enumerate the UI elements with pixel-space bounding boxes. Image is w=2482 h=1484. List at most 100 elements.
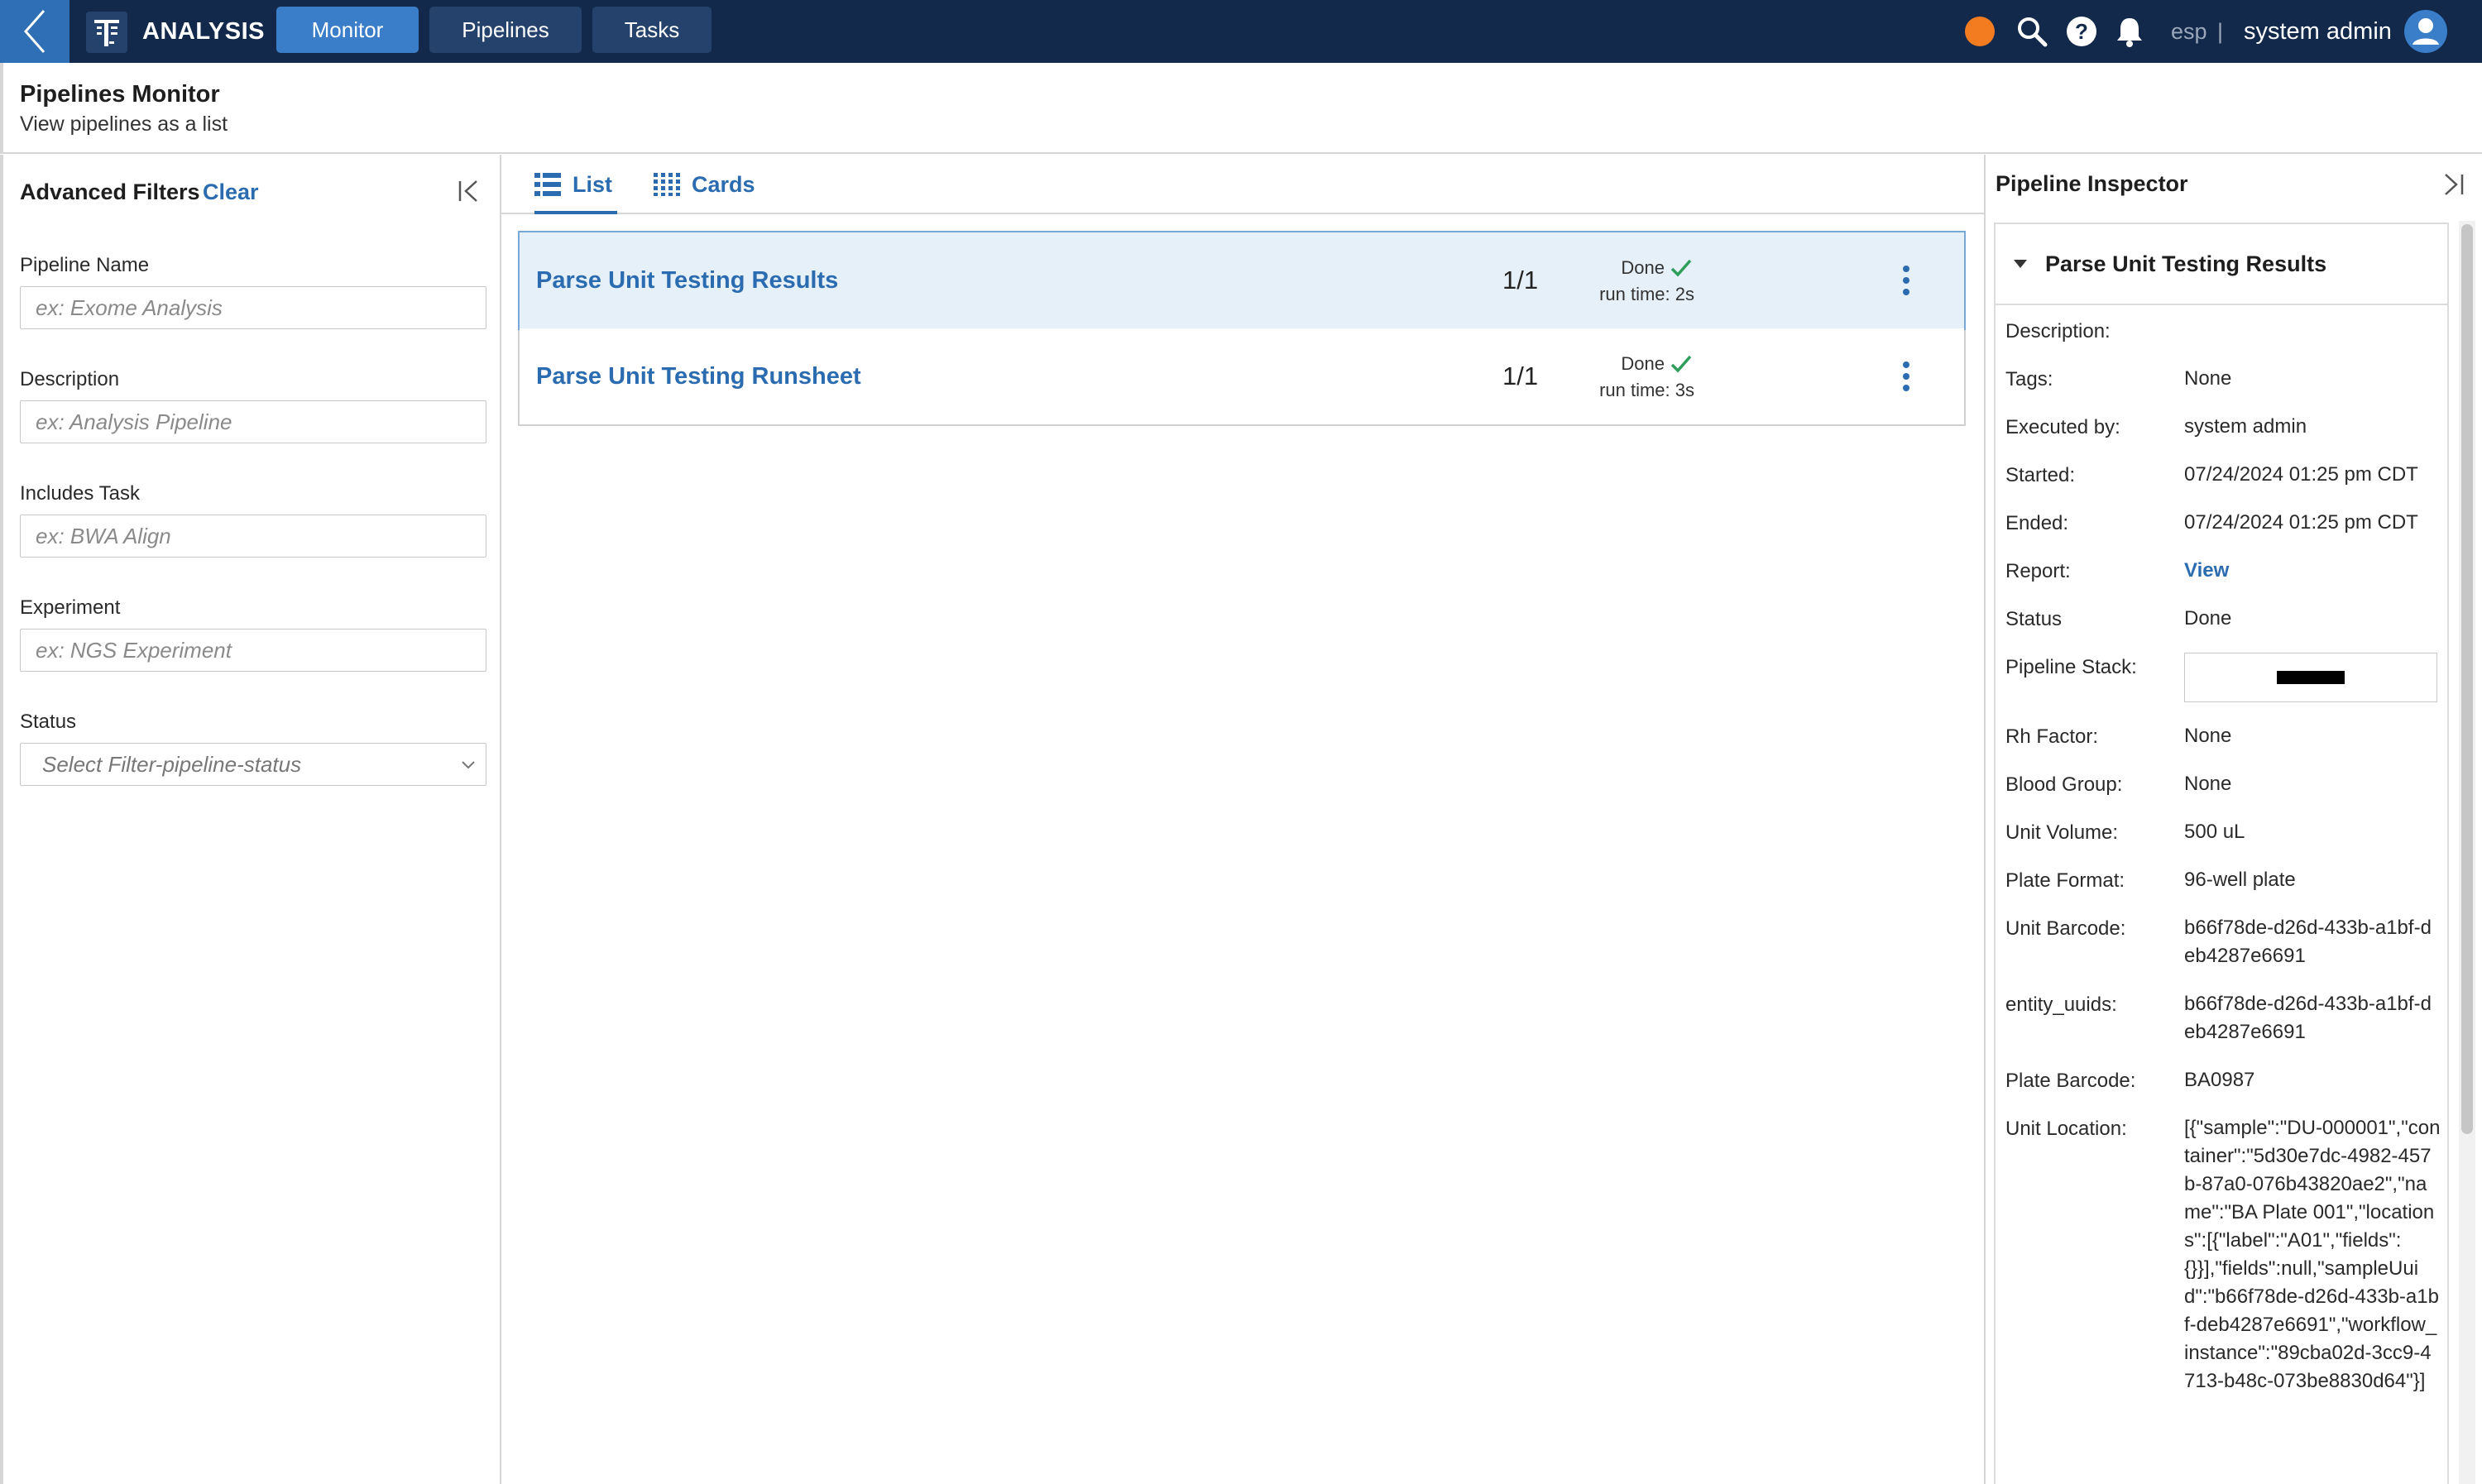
list-icon [534,173,561,196]
top-bar: ANALYSIS Monitor Pipelines Tasks ? esp |… [0,0,2482,63]
unit-location-key: Unit Location: [2005,1118,2127,1140]
experiment-label: Experiment [20,596,121,619]
pipeline-stack-key: Pipeline Stack: [2005,656,2137,678]
clear-filters-button[interactable]: Clear [203,180,259,205]
user-name[interactable]: system admin [2244,0,2392,63]
pipeline-stack-visual[interactable] [2184,653,2437,702]
plate-barcode-key: Plate Barcode: [2005,1070,2136,1092]
includes-task-label: Includes Task [20,482,140,505]
status-key: Status [2005,608,2063,630]
tab-pipelines[interactable]: Pipelines [429,7,582,53]
environment-separator: | [2217,19,2224,44]
pipeline-status: Done [1621,257,1693,279]
status-value: Done [2184,607,2232,630]
blood-group-key: Blood Group: [2005,773,2123,796]
status-indicator[interactable] [1965,17,1995,46]
tags-value: None [2184,367,2232,390]
chevron-left-icon [24,10,46,53]
inspector-panel-header[interactable]: Parse Unit Testing Results [1996,224,2447,305]
entity-uuids-key: entity_uuids: [2005,993,2117,1016]
collapse-left-icon[interactable] [455,176,485,206]
description-label: Description [20,368,120,390]
plate-format-value: 96-well plate [2184,869,2296,891]
grid-icon [654,173,680,196]
more-options-icon[interactable] [1896,262,1916,299]
tags-key: Tags: [2005,368,2053,390]
page-header: Pipelines Monitor View pipelines as a li… [0,63,2482,154]
pipeline-name-link[interactable]: Parse Unit Testing Runsheet [536,328,861,424]
pipeline-inspector-panel: Pipeline Inspector Parse Unit Testing Re… [1984,155,2482,1484]
search-icon[interactable] [2015,15,2048,48]
executed-by-key: Executed by: [2005,416,2120,438]
pipeline-runtime: run time: 3s [1599,380,1694,400]
started-value: 07/24/2024 01:25 pm CDT [2184,463,2418,486]
rh-factor-key: Rh Factor: [2005,725,2099,748]
description-key: Description: [2005,320,2111,342]
check-icon [1670,259,1692,277]
back-button[interactable] [0,0,69,63]
inspector-title: Pipeline Inspector [1996,171,2188,196]
description-input[interactable] [20,400,486,443]
tab-monitor[interactable]: Monitor [276,7,419,53]
started-key: Started: [2005,464,2076,486]
collapse-right-icon[interactable] [2437,170,2467,199]
ended-key: Ended: [2005,512,2069,534]
pipeline-task-count: 1/1 [1502,266,1539,294]
user-avatar[interactable] [2404,10,2447,53]
inspector-panel-title: Parse Unit Testing Results [2045,251,2327,276]
plate-barcode-value: BA0987 [2184,1069,2255,1091]
pipeline-row[interactable]: Parse Unit Testing Results Done run time… [518,231,1966,330]
includes-task-input[interactable] [20,515,486,558]
cards-view-label: Cards [692,171,755,197]
caret-down-icon [2014,260,2027,268]
report-view-link[interactable]: View [2184,557,2229,585]
unit-location-value: [{"sample":"DU-000001","container":"5d30… [2184,1117,2441,1392]
tab-cards-view[interactable]: Cards [654,155,755,214]
report-key: Report: [2005,560,2071,582]
inspector-details-panel: Parse Unit Testing Results Description: … [1994,223,2449,1484]
unit-barcode-key: Unit Barcode: [2005,917,2126,940]
pipeline-name-label: Pipeline Name [20,254,150,276]
status-select-placeholder: Select Filter-pipeline-status [42,752,302,777]
app-name: ANALYSIS [142,18,265,45]
pipeline-name-link[interactable]: Parse Unit Testing Results [536,232,838,328]
svg-text:?: ? [2075,19,2088,44]
list-view-label: List [573,171,613,197]
pipeline-status: Done [1621,353,1693,375]
executed-by-value: system admin [2184,415,2307,438]
status-select[interactable]: Select Filter-pipeline-status [20,743,486,786]
pipelines-list: Parse Unit Testing Results Done run time… [518,231,1966,426]
ended-value: 07/24/2024 01:25 pm CDT [2184,511,2418,534]
experiment-input[interactable] [20,629,486,672]
page-subtitle: View pipelines as a list [20,112,228,136]
pipeline-name-input[interactable] [20,286,486,329]
user-icon [2413,18,2439,45]
view-tabs: List Cards [501,155,1984,214]
unit-volume-value: 500 uL [2184,821,2245,843]
pipeline-task-count: 1/1 [1502,361,1539,390]
tab-tasks[interactable]: Tasks [592,7,712,53]
tab-list-view[interactable]: List [534,155,618,214]
pipeline-status-text: Done [1621,353,1665,374]
rh-factor-value: None [2184,725,2232,747]
pipelines-list-panel: List Cards Parse Unit Testing Results Do… [501,155,1984,1484]
help-icon[interactable]: ? [2065,15,2098,48]
check-icon [1670,355,1692,373]
app-logo-icon [86,12,127,53]
environment-label: esp [2171,19,2207,44]
more-options-icon[interactable] [1896,358,1916,395]
inspector-scrollbar-thumb[interactable] [2461,224,2473,1134]
page-title: Pipelines Monitor [20,81,220,108]
unit-volume-key: Unit Volume: [2005,821,2119,844]
unit-barcode-value: b66f78de-d26d-433b-a1bf-deb4287e6691 [2184,917,2432,967]
pipeline-stack-bar [2277,671,2345,684]
advanced-filters-panel: Advanced Filters Clear Pipeline Name Des… [0,155,501,1484]
pipeline-row[interactable]: Parse Unit Testing Runsheet Done run tim… [520,328,1964,424]
pipeline-runtime: run time: 2s [1599,284,1694,304]
blood-group-value: None [2184,773,2232,795]
entity-uuids-value: b66f78de-d26d-433b-a1bf-deb4287e6691 [2184,993,2432,1043]
plate-format-key: Plate Format: [2005,869,2125,892]
bell-icon[interactable] [2113,15,2146,48]
status-label: Status [20,711,77,733]
pipeline-status-text: Done [1621,257,1665,278]
